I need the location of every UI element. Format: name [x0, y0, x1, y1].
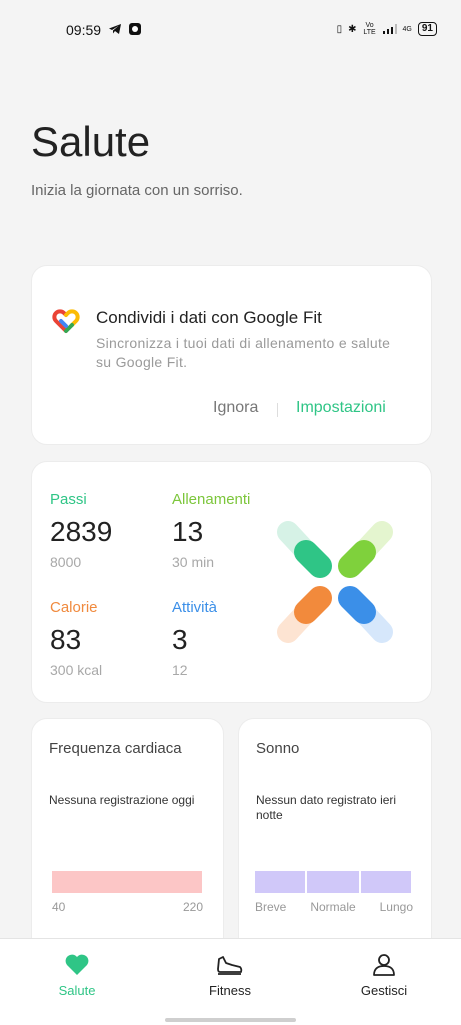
activity-card[interactable]: Passi 2839 8000 Allenamenti 13 30 min Ca…	[31, 461, 432, 703]
battery-icon: 91	[417, 22, 437, 36]
status-icons: ▯ ✱ Vo LTE 4G 91	[337, 22, 437, 36]
calories-goal: 300 kcal	[50, 662, 103, 678]
sleep-segment-long	[361, 871, 411, 893]
telegram-icon	[109, 24, 121, 34]
nav-item-salute[interactable]: Salute	[27, 953, 127, 998]
network-label: 4G	[402, 25, 412, 33]
google-fit-card: Condividi i dati con Google Fit Sincroni…	[31, 265, 432, 445]
nav-label-gestisci: Gestisci	[360, 983, 408, 998]
nav-item-fitness[interactable]: Fitness	[180, 953, 280, 998]
signal-icon	[382, 24, 397, 34]
calories-metric: Calorie 83 300 kcal	[50, 599, 160, 678]
calories-label: Calorie	[50, 599, 98, 616]
heart-rate-title: Frequenza cardiaca	[49, 740, 182, 757]
vibrate-icon: ▯	[336, 23, 343, 35]
workout-label: Allenamenti	[172, 491, 251, 508]
activity-label: Attività	[172, 599, 218, 616]
heart-rate-bar	[52, 871, 202, 893]
sleep-labels: Breve Normale Lungo	[255, 900, 413, 914]
bluetooth-icon: ✱	[348, 23, 357, 35]
volte-label: Vo LTE	[363, 22, 376, 36]
steps-metric: Passi 2839 8000	[50, 491, 160, 570]
calories-value: 83	[50, 624, 82, 655]
sleep-label-long: Lungo	[379, 900, 413, 914]
heart-rate-max: 220	[182, 900, 203, 914]
google-fit-description: Sincronizza i tuoi dati di allenamento e…	[96, 335, 391, 370]
steps-goal: 8000	[50, 554, 82, 570]
person-icon	[373, 954, 395, 976]
workout-goal: 30 min	[172, 554, 215, 570]
sleep-segment-short	[255, 871, 305, 893]
nav-label-salute: Salute	[58, 983, 96, 998]
bottom-nav: Salute Fitness Gestisci	[0, 938, 461, 1025]
sleep-segment-normal	[307, 871, 359, 893]
activity-rings-graphic	[277, 521, 393, 643]
page-subtitle: Inizia la giornata con un sorriso.	[31, 182, 243, 199]
activity-metric: Attività 3 12	[172, 599, 282, 678]
heart-rate-note: Nessuna registrazione oggi	[49, 793, 195, 807]
activity-value: 3	[172, 624, 188, 655]
status-time: 09:59	[66, 22, 102, 38]
page-title: Salute	[31, 118, 151, 165]
settings-button[interactable]: Impostazioni	[296, 399, 386, 417]
sleep-title: Sonno	[256, 740, 300, 757]
heart-rate-card[interactable]: Frequenza cardiaca Nessuna registrazione…	[31, 718, 224, 960]
home-indicator[interactable]	[165, 1018, 296, 1022]
notification-icon	[129, 23, 141, 35]
battery-level: 91	[421, 23, 433, 34]
workout-value: 13	[172, 516, 204, 547]
ignore-button[interactable]: Ignora	[213, 399, 258, 417]
google-fit-title: Condividi i dati con Google Fit	[96, 308, 322, 327]
steps-label: Passi	[50, 491, 87, 508]
sleep-bar	[255, 871, 411, 893]
sleep-label-normal: Normale	[310, 900, 356, 914]
heart-rate-min: 40	[52, 900, 66, 914]
heart-icon	[65, 954, 89, 975]
activity-goal: 12	[172, 662, 188, 678]
nav-label-fitness: Fitness	[209, 983, 251, 998]
sleep-card[interactable]: Sonno Nessun dato registrato ieri notte …	[238, 718, 432, 960]
nav-item-gestisci[interactable]: Gestisci	[334, 953, 434, 998]
status-bar: 09:59 ▯ ✱ Vo LTE 4G 91	[0, 0, 461, 60]
shoe-icon	[217, 956, 243, 975]
sleep-note: Nessun dato registrato ieri notte	[256, 793, 397, 822]
sleep-label-short: Breve	[255, 900, 287, 914]
workout-metric: Allenamenti 13 30 min	[172, 491, 252, 570]
button-divider	[277, 403, 278, 417]
google-fit-icon	[52, 309, 80, 333]
steps-value: 2839	[50, 516, 113, 547]
